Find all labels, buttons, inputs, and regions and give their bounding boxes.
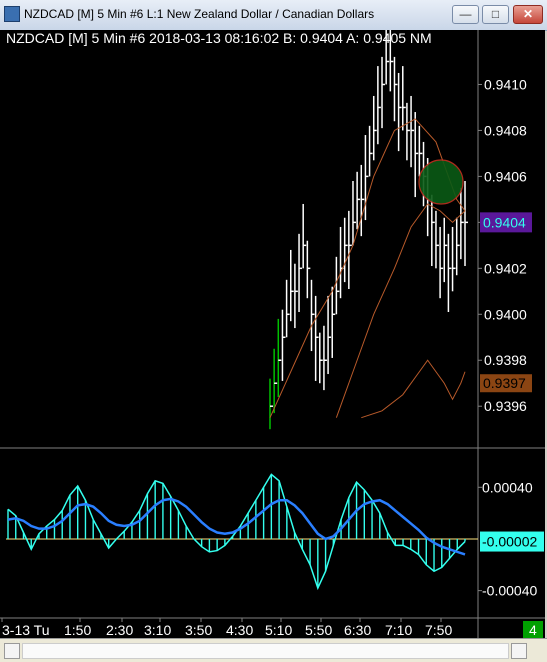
time-tick-label: 3-13 Tu (2, 622, 49, 638)
price-tick-label: 0.9402 (484, 260, 527, 276)
minimize-button[interactable]: — (452, 5, 479, 24)
time-tick-label: 5:10 (265, 622, 292, 638)
alert-circle-marker[interactable] (418, 159, 464, 205)
price-tick-label: 0.9406 (484, 168, 527, 184)
chart-header: NZDCAD [M] 5 Min #6 2018-03-13 08:16:02 … (6, 30, 432, 46)
chart-area[interactable]: 0.9410 0.9408 0.9406 0.9404 0.9402 0.9400 0.93… (0, 30, 545, 638)
oscillator-tick-label: 0.00040 (482, 479, 533, 495)
horizontal-scrollbar[interactable] (0, 638, 547, 662)
time-tick-label: 3:50 (185, 622, 212, 638)
chart-canvas[interactable]: 0.9410 0.9408 0.9406 0.9404 0.9402 0.9400 0.93… (0, 30, 545, 638)
price-tick-label: 0.9400 (484, 306, 527, 322)
price-tick-label: 0.9410 (484, 76, 527, 92)
oscillator-value-label: -0.00002 (482, 534, 537, 550)
price-tick-label: 0.9408 (484, 122, 527, 138)
scroll-left-button[interactable] (4, 643, 20, 659)
time-tick-label: 7:10 (385, 622, 412, 638)
chart-window-icon (4, 6, 20, 22)
time-tick-label: 7:50 (425, 622, 452, 638)
level-price-label: 0.9397 (483, 375, 526, 391)
scroll-right-button[interactable] (511, 643, 527, 659)
bid-price-label: 0.9404 (483, 214, 526, 230)
time-tick-label: 3:10 (144, 622, 171, 638)
oscillator-tick-label: -0.00040 (482, 583, 537, 599)
time-tick-label: 6:30 (344, 622, 371, 638)
time-tick-label: 2:30 (106, 622, 133, 638)
window-titlebar: NZDCAD [M] 5 Min #6 L:1 New Zealand Doll… (0, 0, 547, 31)
moving-average-line (361, 359, 466, 419)
bars-count-label: 4 (529, 622, 537, 638)
time-tick-label: 1:50 (64, 622, 91, 638)
scroll-track[interactable] (22, 643, 509, 659)
price-tick-label: 0.9396 (484, 398, 527, 414)
close-button[interactable]: ✕ (513, 5, 543, 24)
time-tick-label: 5:50 (305, 622, 332, 638)
window-title: NZDCAD [M] 5 Min #6 L:1 New Zealand Doll… (24, 7, 375, 21)
price-tick-label: 0.9398 (484, 352, 527, 368)
time-tick-label: 4:30 (226, 622, 253, 638)
maximize-button[interactable]: □ (482, 5, 509, 24)
